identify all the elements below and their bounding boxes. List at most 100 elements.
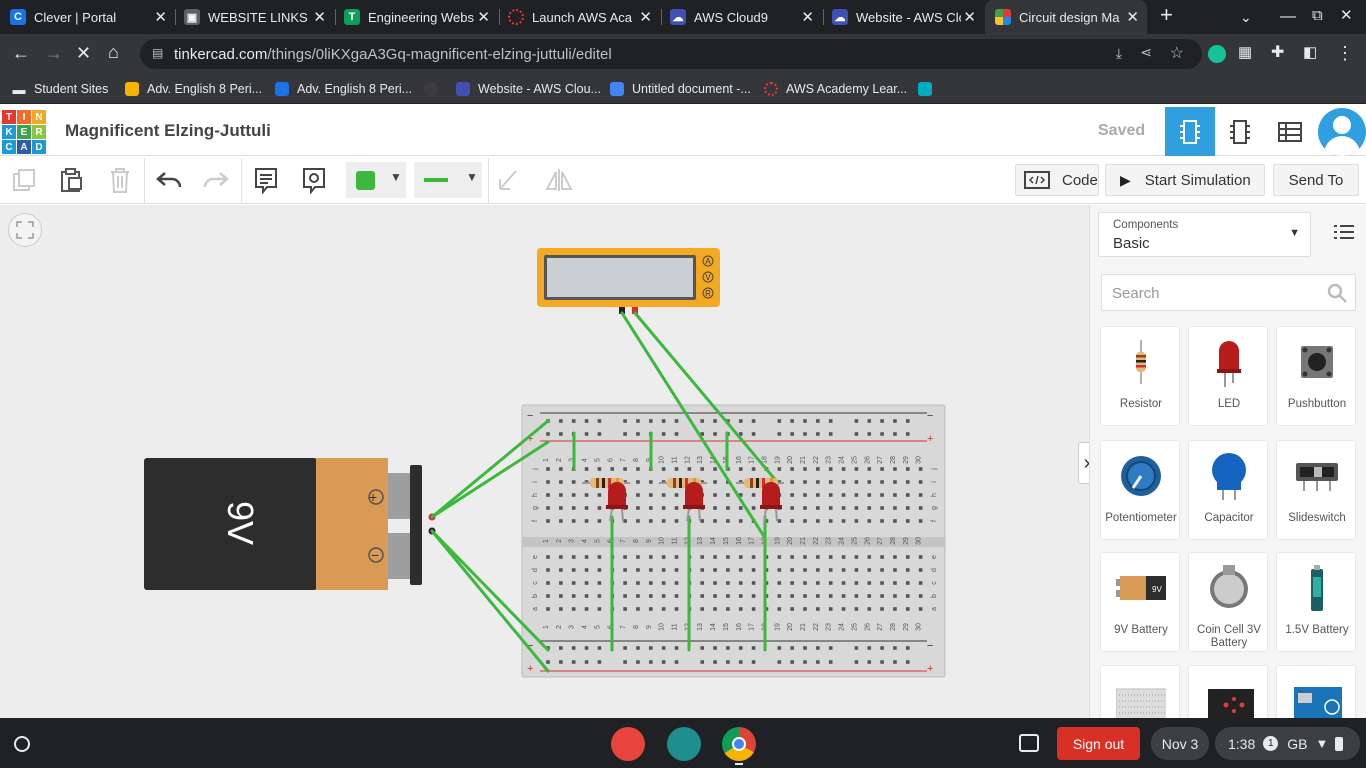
address-bar[interactable]: ▤ tinkercad.com/things/0liKXgaA3Gq-magni… [140,39,1202,69]
date-tray[interactable]: Nov 3 [1151,727,1209,760]
start-simulation-button[interactable]: ▶ Start Simulation [1105,164,1265,196]
minimize-icon[interactable]: — [1280,7,1296,27]
rotate-button[interactable] [494,166,524,194]
component-card-potentiometer[interactable]: Potentiometer [1100,440,1180,540]
tab-circuit-design[interactable]: Circuit design Ma ✕ [985,0,1147,34]
side-panel-icon[interactable]: ◧ [1303,43,1317,63]
puzzle-icon[interactable]: ✚ [1271,43,1284,63]
component-card-microbit[interactable] [1188,665,1268,718]
wire-type-dropdown[interactable]: ▼ [414,162,482,198]
circuit-canvas[interactable]: + − 9V A V R − − + + − − + + j j i i h h… [0,205,1096,718]
delete-button[interactable] [105,166,135,194]
meter-mode-label[interactable]: A [705,257,711,266]
tab-aws-cloud9[interactable]: ☁ AWS Cloud9 ✕ [662,0,822,34]
tab-title: Engineering Webs [368,9,474,25]
chevron-down-icon[interactable]: ⌄ [1240,7,1252,27]
paste-button[interactable] [56,166,86,194]
components-dropdown[interactable]: Components Basic ▼ [1098,212,1311,257]
component-card-resistor[interactable]: Resistor [1100,326,1180,426]
undo-button[interactable] [154,166,184,194]
new-tab-icon[interactable]: + [1160,4,1173,26]
copy-button[interactable] [9,166,39,194]
list-view-button[interactable] [1333,223,1355,246]
status-tray[interactable]: 1:38 1 GB ▼ [1215,727,1360,760]
close-icon[interactable]: ✕ [477,8,490,26]
tinkercad-logo[interactable]: T I N K E R C A D [2,110,46,154]
chrome-icon[interactable] [722,727,756,761]
code-button[interactable]: Code [1015,164,1099,196]
extension-bookmark-icon [918,82,932,96]
classroom-app-icon[interactable] [667,727,701,761]
component-list-button[interactable] [1265,107,1315,156]
back-icon[interactable]: ← [12,43,30,63]
share-icon[interactable]: ⋖ [1140,44,1152,61]
bookmark-english-1[interactable]: Adv. English 8 Peri... [125,80,262,98]
schematic-view-button[interactable] [1215,107,1265,156]
clipboard-icon[interactable] [1019,734,1039,752]
tab-website-aws[interactable]: ☁ Website - AWS Clo ✕ [824,0,984,34]
component-card-capacitor[interactable]: Capacitor [1188,440,1268,540]
chevron-down-icon: ▼ [390,170,402,184]
close-icon[interactable]: ✕ [963,8,976,26]
flip-button[interactable] [544,166,574,194]
component-card-aa-battery[interactable]: 1.5V Battery [1276,552,1356,652]
canvas-app-icon[interactable] [611,727,645,761]
send-to-button[interactable]: Send To [1273,164,1359,196]
column-label: 15 [723,623,730,631]
row-label: b [532,594,539,598]
close-icon[interactable]: ✕ [801,8,814,26]
component-card-coin-cell[interactable]: Coin Cell 3V Battery [1188,552,1268,652]
project-title[interactable]: Magnificent Elzing-Juttuli [65,121,271,141]
bookmark-extension[interactable] [918,80,940,98]
sign-out-button[interactable]: Sign out [1057,727,1140,760]
menu-icon[interactable]: ⋮ [1336,43,1354,63]
redo-button[interactable] [201,166,231,194]
row-label: d [931,568,938,572]
avatar[interactable] [1318,108,1366,156]
battery-9v[interactable]: + − 9V [144,458,436,590]
component-card-breadboard[interactable] [1100,665,1180,718]
component-card-arduino[interactable] [1276,665,1356,718]
wire-color-dropdown[interactable]: ▼ [346,162,406,198]
close-icon[interactable]: ✕ [154,8,167,26]
component-card-slideswitch[interactable]: Slideswitch [1276,440,1356,540]
tab-aws-academy[interactable]: Launch AWS Aca ✕ [500,0,660,34]
tab-clever[interactable]: C Clever | Portal ✕ [10,0,175,34]
bookmark-star-icon[interactable]: ☆ [1170,43,1184,63]
stop-icon[interactable]: ✕ [76,43,91,63]
meter-mode-label[interactable]: R [705,289,711,298]
close-icon[interactable]: ✕ [1126,8,1139,26]
bookmark-english-2[interactable]: Adv. English 8 Peri... [275,80,412,98]
launcher-icon[interactable] [14,736,30,752]
column-label: 24 [839,456,846,464]
code-label: Code [1062,171,1098,189]
tab-engineering[interactable]: T Engineering Webs ✕ [336,0,498,34]
close-icon[interactable]: ✕ [639,8,652,26]
grammarly-icon[interactable] [1208,45,1226,63]
notes-visibility-button[interactable] [299,166,329,194]
site-info-icon[interactable]: ▤ [152,46,163,60]
close-window-icon[interactable]: ✕ [1340,6,1353,26]
bookmark-student-sites[interactable]: ▬ Student Sites [12,80,109,98]
bookmark-website-aws[interactable]: Website - AWS Clou... [456,80,601,98]
multimeter[interactable]: A V R [537,248,720,314]
bookmark-github[interactable] [424,80,446,98]
home-icon[interactable]: ⌂ [108,42,119,62]
extension-icon[interactable]: ▦ [1238,43,1252,63]
component-search-input[interactable]: Search [1101,274,1356,311]
meter-mode-label[interactable]: V [705,273,711,282]
component-card-pushbutton[interactable]: Pushbutton [1276,326,1356,426]
bookmark-aws-academy[interactable]: AWS Academy Lear... [764,80,907,98]
circuit-view-button[interactable] [1165,107,1215,156]
column-label: 23 [826,456,833,464]
clever-icon: C [10,9,26,25]
bookmark-untitled-doc[interactable]: Untitled document -... [610,80,751,98]
notes-button[interactable] [251,166,281,194]
close-icon[interactable]: ✕ [313,8,326,26]
install-icon[interactable]: ⤓ [1116,45,1122,62]
component-card-led[interactable]: LED [1188,326,1268,426]
maximize-icon[interactable]: ⧉ [1312,6,1323,26]
forward-icon[interactable]: → [45,43,63,63]
tab-website-links[interactable]: ▣ WEBSITE LINKS (G ✕ [176,0,334,34]
component-card-9v-battery[interactable]: 9V 9V Battery [1100,552,1180,652]
